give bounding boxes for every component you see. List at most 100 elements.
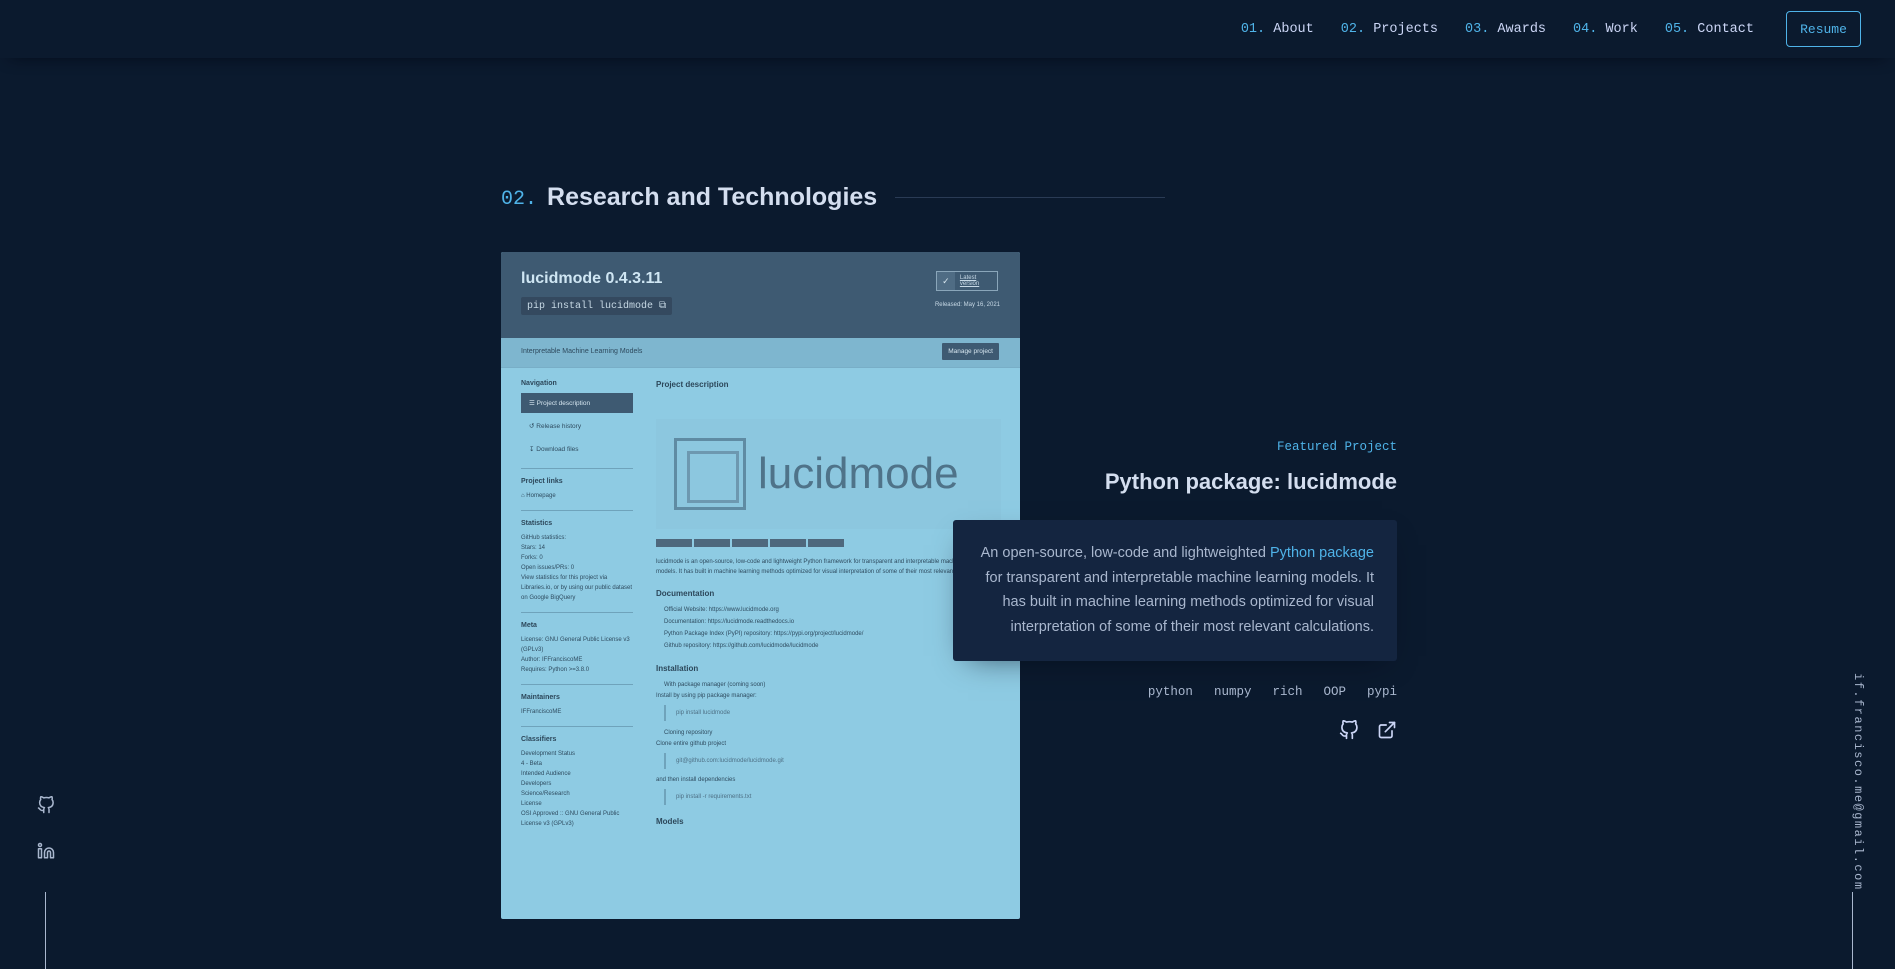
- pypi-dev-status-val: 4 - Beta: [521, 761, 543, 767]
- pypi-audience: Intended Audience: [521, 771, 571, 777]
- logo-wordmark: lucidmode: [758, 449, 959, 498]
- github-icon[interactable]: [35, 794, 57, 816]
- tech-item: OOP: [1323, 685, 1346, 699]
- badge: [694, 539, 730, 547]
- pypi-nav-item: ↧ Download files: [529, 446, 579, 453]
- pypi-stats-heading: Statistics: [521, 520, 553, 527]
- pypi-badges: [656, 539, 1001, 547]
- pypi-models-heading: Models: [656, 817, 684, 826]
- pypi-install-item: With package manager (coming soon): [664, 682, 766, 688]
- project-tech-list: python numpy rich OOP pypi: [1127, 685, 1397, 699]
- nav-number: 04.: [1573, 21, 1598, 37]
- pypi-latest-version: ✓ Latest version: [936, 271, 998, 291]
- pypi-license-heading: License: [521, 801, 542, 807]
- pypi-audience-val: Science/Research: [521, 791, 570, 797]
- pypi-manage-button: Manage project: [942, 343, 999, 360]
- pypi-license-val: OSI Approved :: GNU General Public Licen…: [521, 811, 620, 827]
- pypi-install-item: Cloning repository: [664, 730, 713, 736]
- section-title: Research and Technologies: [547, 183, 878, 211]
- pypi-divider: [521, 468, 633, 469]
- nav-label: About: [1273, 21, 1314, 37]
- pypi-doc-item: Python Package Index (PyPI) repository: …: [664, 631, 864, 637]
- description-text: for transparent and interpretable machin…: [985, 569, 1375, 635]
- pypi-nav-label: Download files: [536, 446, 579, 453]
- nav-label: Contact: [1697, 21, 1754, 37]
- pypi-released-date: Released: May 16, 2021: [934, 302, 1000, 308]
- resume-button[interactable]: Resume: [1786, 11, 1861, 47]
- nav-number: 03.: [1465, 21, 1490, 37]
- left-sidebar-line: [45, 892, 46, 969]
- project-description: An open-source, low-code and lightweight…: [953, 520, 1397, 661]
- nav-number: 05.: [1664, 21, 1690, 37]
- pypi-nav-item: ↺ Release history: [529, 423, 582, 430]
- nav-link-contact[interactable]: 05. Contact: [1665, 22, 1754, 37]
- pypi-doc-item: Documentation: https://lucidmode.readthe…: [664, 619, 795, 625]
- pypi-tagline: Interpretable Machine Learning Models: [521, 348, 643, 355]
- pypi-stars: Stars: 14: [521, 545, 546, 551]
- pypi-install-note: Clone entire github project: [656, 741, 727, 747]
- pypi-issues: Open issues/PRs: 0: [521, 565, 575, 571]
- pypi-divider: [521, 612, 633, 613]
- nav-link-projects[interactable]: 02. Projects: [1341, 22, 1438, 37]
- nav-label: Work: [1605, 21, 1638, 37]
- pypi-author: Author: IFFranciscoME: [521, 657, 583, 663]
- python-package-link[interactable]: Python package: [1270, 545, 1374, 561]
- pypi-pip-command: pip install lucidmode ⧉: [521, 297, 673, 315]
- pypi-maintainers-heading: Maintainers: [521, 694, 560, 701]
- badge: [808, 539, 844, 547]
- pypi-nav-label: Project description: [536, 400, 591, 407]
- pypi-doc-heading: Documentation: [656, 589, 715, 598]
- linkedin-icon[interactable]: [35, 840, 57, 862]
- pypi-forks: Forks: 0: [521, 555, 543, 561]
- tech-item: numpy: [1213, 685, 1252, 699]
- project-links: [1339, 720, 1397, 740]
- external-link-icon[interactable]: [1377, 720, 1397, 740]
- pypi-classifiers-heading: Classifiers: [521, 736, 557, 743]
- nav-number: 01.: [1240, 21, 1266, 37]
- section-divider: [895, 197, 1166, 198]
- pypi-divider: [521, 726, 633, 727]
- github-icon[interactable]: [1339, 720, 1359, 740]
- pypi-main: Project description lucidmode lucidmode …: [656, 380, 1001, 832]
- project-title[interactable]: Python package: lucidmode: [1105, 469, 1397, 495]
- pypi-divider: [521, 510, 633, 511]
- lucidmode-logo: lucidmode: [656, 419, 1001, 529]
- nav-label: Awards: [1497, 21, 1547, 37]
- top-navbar: 01. About 02. Projects 03. Awards 04. Wo…: [0, 0, 1895, 58]
- nav-link-awards[interactable]: 03. Awards: [1465, 22, 1546, 37]
- pypi-code: pip install lucidmode: [664, 705, 1001, 721]
- pypi-nav-heading: Navigation: [521, 380, 557, 387]
- logo-mark: [674, 438, 746, 510]
- main-nav: 01. About 02. Projects 03. Awards 04. Wo…: [1241, 11, 1861, 47]
- section-heading: 02. Research and Technologies: [501, 183, 1166, 212]
- pypi-header: lucidmode 0.4.3.11 pip install lucidmode…: [501, 252, 1020, 338]
- pypi-sidebar: Navigation ☰ Project description ↺ Relea…: [521, 380, 633, 829]
- pypi-meta-heading: Meta: [521, 622, 537, 629]
- pypi-package-title: lucidmode 0.4.3.11: [521, 270, 663, 287]
- pypi-homepage: ⌂ Homepage: [521, 493, 556, 499]
- pypi-requires: Requires: Python >=3.8.0: [521, 667, 590, 673]
- pypi-code: pip install -r requirements.txt: [664, 789, 1001, 805]
- pypi-install-note: Install by using pip package manager:: [656, 693, 757, 699]
- nav-link-work[interactable]: 04. Work: [1573, 22, 1638, 37]
- tech-item: python: [1147, 685, 1193, 699]
- description-text: An open-source, low-code and lightweight…: [980, 545, 1270, 561]
- project-screenshot[interactable]: lucidmode 0.4.3.11 pip install lucidmode…: [501, 252, 1020, 919]
- pypi-install-heading: Installation: [656, 664, 699, 673]
- pypi-install-note: and then install dependencies: [656, 777, 736, 783]
- pypi-body: Navigation ☰ Project description ↺ Relea…: [501, 368, 1020, 919]
- section-number: 02.: [501, 188, 538, 211]
- pypi-intro: lucidmode is an open-source, low-code an…: [656, 559, 990, 575]
- pypi-github-stats: GitHub statistics:: [521, 535, 567, 541]
- email-link[interactable]: if.francisco.me@gmail.com: [1851, 673, 1865, 891]
- nav-link-about[interactable]: 01. About: [1241, 22, 1314, 37]
- tech-item: pypi: [1366, 685, 1397, 699]
- nav-number: 02.: [1340, 21, 1366, 37]
- copy-icon: ⧉: [659, 301, 667, 312]
- badge: [732, 539, 768, 547]
- pypi-stats-note: View statistics for this project via Lib…: [521, 575, 633, 601]
- pypi-audience-val: Developers: [521, 781, 552, 787]
- pypi-nav-item: ☰ Project description: [521, 393, 633, 413]
- pypi-subbar: Interpretable Machine Learning Models Ma…: [501, 338, 1020, 368]
- left-social-sidebar: [35, 794, 57, 886]
